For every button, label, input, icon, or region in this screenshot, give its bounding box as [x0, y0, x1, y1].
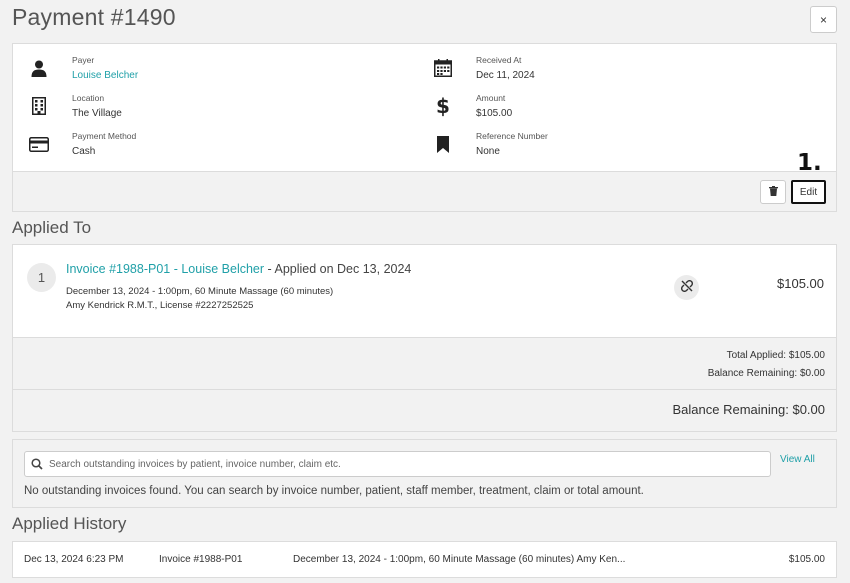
- applied-item-number: 1: [27, 263, 56, 292]
- practitioner-line: Amy Kendrick R.M.T., License #2227252525: [66, 300, 254, 311]
- building-icon: [28, 95, 50, 117]
- history-invoice: Invoice #1988-P01: [159, 554, 243, 565]
- balance-area: Balance Remaining: $0.00: [13, 389, 836, 431]
- amount-label: Amount: [476, 93, 506, 103]
- received-at-value: Dec 11, 2024: [476, 70, 535, 81]
- location-value: The Village: [72, 108, 122, 119]
- appointment-line: December 13, 2024 - 1:00pm, 60 Minute Ma…: [66, 286, 334, 297]
- search-input[interactable]: [49, 455, 759, 473]
- bookmark-icon: [432, 133, 454, 155]
- reference-number-label: Reference Number: [476, 131, 548, 141]
- delete-button[interactable]: [760, 180, 786, 204]
- payment-method-label: Payment Method: [72, 131, 137, 141]
- payer-label: Payer: [72, 55, 95, 65]
- payment-method-value: Cash: [72, 146, 96, 157]
- title-separator: -: [170, 262, 182, 276]
- unlink-icon: [680, 279, 693, 297]
- search-icon: [31, 457, 43, 475]
- applied-to-title: Applied To: [12, 218, 92, 237]
- person-icon: [28, 57, 50, 79]
- unlink-button[interactable]: [674, 275, 699, 300]
- balance-remaining-small: Balance Remaining: $0.00: [707, 368, 825, 379]
- applied-item-title: Invoice #1988-P01 - Louise Belcher - App…: [66, 262, 411, 276]
- history-table: Dec 13, 2024 6:23 PM Invoice #1988-P01 D…: [12, 541, 837, 578]
- patient-link[interactable]: Louise Belcher: [181, 262, 264, 276]
- details-footer: [13, 171, 836, 211]
- step-marker: 1.: [797, 150, 822, 176]
- history-description: December 13, 2024 - 1:00pm, 60 Minute Ma…: [293, 554, 626, 565]
- no-results-message: No outstanding invoices found. You can s…: [24, 485, 644, 497]
- dollar-icon: $: [436, 94, 450, 118]
- outstanding-invoices-card: View All No outstanding invoices found. …: [12, 439, 837, 508]
- calendar-icon: [432, 57, 454, 79]
- applied-to-card: 1 Invoice #1988-P01 - Louise Belcher - A…: [12, 244, 837, 432]
- amount-value: $105.00: [476, 108, 513, 119]
- search-box: [24, 451, 771, 477]
- totals-area: Total Applied: $105.00 Balance Remaining…: [13, 337, 836, 389]
- payer-link[interactable]: Louise Belcher: [72, 70, 138, 81]
- reference-number-value: None: [476, 146, 500, 157]
- invoice-link[interactable]: Invoice #1988-P01: [66, 262, 170, 276]
- credit-card-icon: [28, 133, 50, 155]
- applied-item-amount: $105.00: [777, 276, 824, 291]
- edit-button[interactable]: Edit: [791, 180, 826, 204]
- balance-remaining-big: Balance Remaining: $0.00: [672, 402, 826, 417]
- payment-details-card: Payer Louise Belcher Location The Villag…: [12, 43, 837, 212]
- applied-history-title: Applied History: [12, 514, 127, 533]
- page-title: Payment #1490: [12, 4, 176, 30]
- close-button[interactable]: ×: [810, 6, 837, 33]
- view-all-link[interactable]: View All: [780, 454, 815, 465]
- total-applied: Total Applied: $105.00: [726, 350, 825, 361]
- applied-on-text: - Applied on Dec 13, 2024: [264, 262, 412, 276]
- history-date: Dec 13, 2024 6:23 PM: [24, 554, 124, 565]
- history-amount: $105.00: [788, 554, 825, 565]
- trash-icon: [768, 183, 778, 201]
- received-at-label: Received At: [476, 55, 522, 65]
- location-label: Location: [72, 93, 105, 103]
- close-icon: ×: [819, 12, 827, 27]
